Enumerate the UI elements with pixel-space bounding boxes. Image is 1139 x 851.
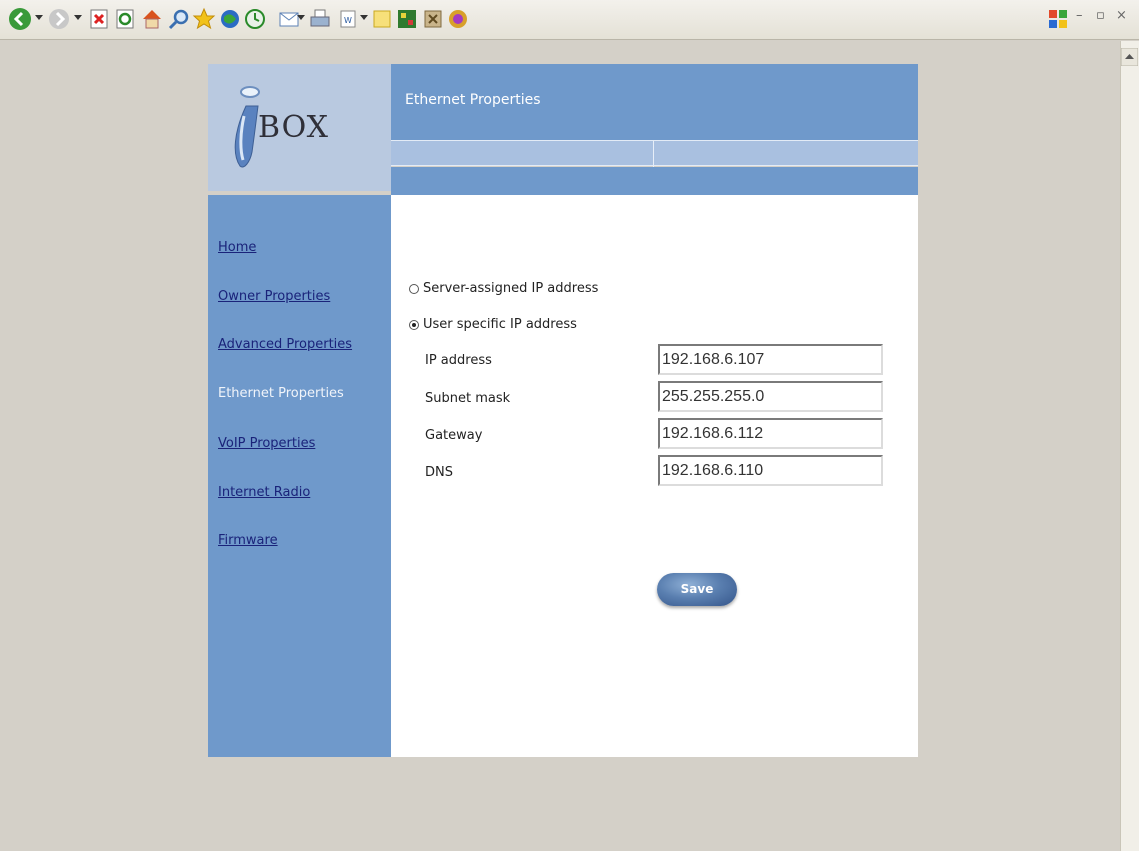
stop-icon[interactable] bbox=[87, 7, 111, 31]
header-strip bbox=[391, 167, 918, 195]
close-icon[interactable]: × bbox=[1116, 8, 1127, 23]
minimize-icon[interactable]: – bbox=[1076, 8, 1083, 23]
svg-text:W: W bbox=[344, 16, 352, 25]
gateway-input[interactable] bbox=[658, 418, 883, 449]
sidebar-item-owner-properties[interactable]: Owner Properties bbox=[218, 289, 330, 304]
sidebar-item-firmware[interactable]: Firmware bbox=[218, 533, 278, 548]
logo: BOX bbox=[208, 64, 391, 191]
sidebar-item-ethernet-properties: Ethernet Properties bbox=[218, 386, 344, 401]
scroll-up-icon[interactable] bbox=[1121, 48, 1138, 66]
sidebar: Home Owner Properties Advanced Propertie… bbox=[208, 195, 391, 757]
tool-icon[interactable] bbox=[395, 7, 419, 31]
research-icon[interactable] bbox=[421, 7, 445, 31]
vertical-scrollbar[interactable] bbox=[1120, 41, 1139, 851]
subnet-mask-label: Subnet mask bbox=[425, 391, 511, 406]
refresh-icon[interactable] bbox=[113, 7, 137, 31]
messenger-icon[interactable] bbox=[370, 7, 394, 31]
home-icon[interactable] bbox=[140, 7, 164, 31]
user-specific-ip-option[interactable]: User specific IP address bbox=[409, 317, 577, 332]
forward-icon[interactable] bbox=[47, 7, 71, 31]
mail-dropdown-icon[interactable] bbox=[297, 15, 305, 20]
restore-icon[interactable]: ▫ bbox=[1096, 8, 1105, 23]
browser-toolbar: W – ▫ × bbox=[0, 0, 1139, 40]
forward-dropdown-icon[interactable] bbox=[74, 15, 82, 20]
back-dropdown-icon[interactable] bbox=[35, 15, 43, 20]
windows-logo-icon bbox=[1049, 10, 1067, 28]
favorites-icon[interactable] bbox=[192, 7, 216, 31]
main-content: Server-assigned IP address User specific… bbox=[391, 195, 918, 757]
subnet-mask-input[interactable] bbox=[658, 381, 883, 412]
user-specific-radio[interactable] bbox=[409, 319, 419, 330]
page-title: Ethernet Properties bbox=[405, 92, 541, 108]
user-specific-label: User specific IP address bbox=[423, 317, 577, 332]
search-icon[interactable] bbox=[167, 7, 191, 31]
media-icon[interactable] bbox=[218, 7, 242, 31]
gateway-label: Gateway bbox=[425, 428, 483, 443]
print-icon[interactable] bbox=[308, 7, 332, 31]
server-assigned-radio[interactable] bbox=[409, 283, 419, 294]
ip-address-label: IP address bbox=[425, 353, 492, 368]
history-icon[interactable] bbox=[243, 7, 267, 31]
back-icon[interactable] bbox=[8, 7, 32, 31]
dns-input[interactable] bbox=[658, 455, 883, 486]
sidebar-item-internet-radio[interactable]: Internet Radio bbox=[218, 485, 310, 500]
subbar-divider bbox=[653, 141, 654, 167]
sidebar-item-voip-properties[interactable]: VoIP Properties bbox=[218, 436, 315, 451]
logo-text: BOX bbox=[258, 110, 330, 145]
header-bar: Ethernet Properties bbox=[391, 64, 918, 140]
edit-icon[interactable]: W bbox=[336, 7, 360, 31]
server-assigned-label: Server-assigned IP address bbox=[423, 281, 599, 296]
server-assigned-ip-option[interactable]: Server-assigned IP address bbox=[409, 281, 598, 296]
save-button[interactable]: Save bbox=[657, 573, 737, 606]
sidebar-item-advanced-properties[interactable]: Advanced Properties bbox=[218, 337, 352, 352]
sidebar-item-home[interactable]: Home bbox=[218, 240, 256, 255]
edit-dropdown-icon[interactable] bbox=[360, 15, 368, 20]
header-subbar bbox=[391, 140, 918, 167]
dns-label: DNS bbox=[425, 465, 453, 480]
ip-address-input[interactable] bbox=[658, 344, 883, 375]
extension-icon[interactable] bbox=[446, 7, 470, 31]
